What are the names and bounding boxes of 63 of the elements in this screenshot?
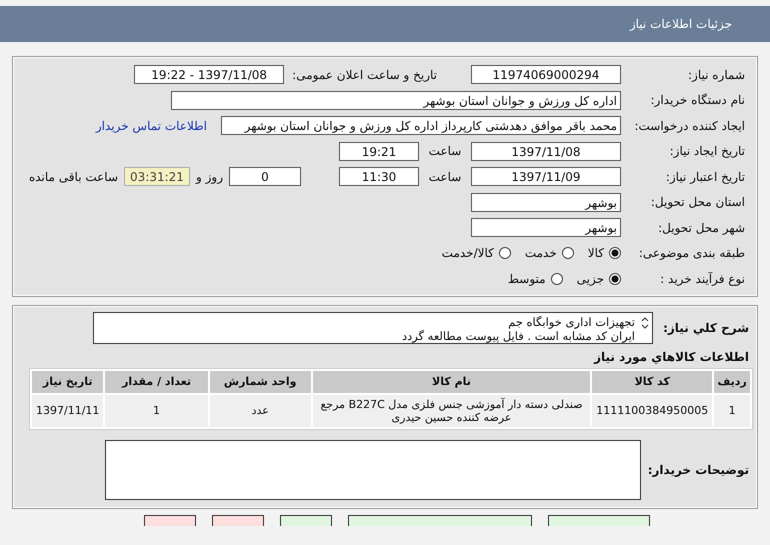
buyer-contact-link[interactable]: اطلاعات تماس خریدار: [96, 118, 207, 133]
table-cell: صندلی دسته دار آموزشی جنس فلزی مدل B227C مرجع عرضه کننده حسین حیدری: [312, 394, 590, 426]
field-label: استان محل تحویل:: [650, 195, 746, 210]
column-header: نام کالا: [312, 370, 590, 392]
field-label: شماره نیاز:: [687, 68, 746, 82]
field-label: شهر محل تحویل:: [657, 220, 746, 235]
valid-time-field: 11:30: [339, 167, 419, 186]
radio-label: کالا: [588, 246, 604, 260]
buyer-notes-field[interactable]: [105, 440, 641, 500]
column-header: کد کالا: [592, 370, 712, 392]
field-label: تاریخ ایجاد نیاز:: [668, 144, 746, 158]
valid-date-field: 1397/11/09: [471, 167, 621, 186]
action-button[interactable]: [212, 514, 264, 526]
action-button[interactable]: [548, 514, 650, 526]
province-field: بوشهر: [471, 192, 621, 212]
radio-button[interactable]: [498, 247, 511, 260]
action-button[interactable]: [348, 514, 532, 526]
column-header: تاریخ نیاز: [32, 370, 104, 392]
created-time-field: 19:21: [339, 142, 419, 161]
field-label: شرح کلي نياز:: [662, 320, 750, 334]
radio-label: جزیی: [576, 272, 604, 286]
requester-field: محمد باقر موافق دهدشتی کارپرداز اداره کل ورزش و جوانان استان بوشهر: [221, 116, 621, 136]
remaining-label: ساعت باقی مانده: [28, 170, 118, 184]
summary-text: تجهیزات اداری خوابگاه جم: [507, 314, 635, 328]
days-label: روز و: [196, 170, 223, 184]
page-title: جزئیات اطلاعات نیاز: [630, 17, 732, 31]
column-header: واحد شمارش: [210, 370, 311, 392]
radio-button[interactable]: [562, 247, 574, 260]
radio-button[interactable]: [550, 272, 563, 285]
radio-label: متوسط: [508, 272, 546, 286]
action-button[interactable]: [280, 514, 332, 526]
buyer-org-field: اداره کل ورزش و جوانان استان بوشهر: [171, 90, 621, 110]
column-header: ردیف: [714, 370, 750, 392]
field-label: نوع فرآیند خرید :: [659, 272, 746, 286]
radio-label: خدمت: [524, 246, 557, 260]
table-cell: 1111100384950005: [592, 394, 712, 426]
radio-button[interactable]: [609, 272, 621, 285]
scroll-arrows-icon[interactable]: [641, 316, 649, 328]
radio-label: کالا/خدمت: [442, 246, 494, 260]
action-button[interactable]: [144, 514, 196, 526]
field-label: توضیحات خریدار:: [646, 462, 750, 476]
time-label: ساعت: [428, 170, 462, 184]
need-number-field: 11974069000294: [471, 65, 621, 84]
table-cell: 1: [105, 394, 208, 426]
remaining-time-field: 03:31:21: [124, 167, 190, 186]
section-title: اطلاعات کالاهاي مورد نياز: [592, 348, 750, 366]
radio-button[interactable]: [609, 247, 621, 260]
summary-text: ایران کد مشابه است . فایل پیوست مطالعه گردد: [402, 328, 635, 342]
field-label: تاریخ اعتبار نیاز:: [664, 170, 746, 184]
table-cell: عدد: [210, 394, 311, 426]
days-field: 0: [229, 167, 301, 186]
field-label: طبقه بندی موضوعی:: [638, 246, 746, 260]
time-label: ساعت: [428, 144, 462, 158]
announce-date-field: 1397/11/08 - 19:22: [134, 65, 284, 84]
summary-textarea[interactable]: تجهیزات اداری خوابگاه جم ایران کد مشابه است . فایل پیوست مطالعه گردد: [93, 312, 653, 344]
field-label: تاریخ و ساعت اعلان عمومی:: [292, 68, 437, 82]
city-field: بوشهر: [471, 218, 621, 238]
table-cell: 1: [714, 394, 750, 426]
created-date-field: 1397/11/08: [471, 142, 621, 161]
field-label: نام دستگاه خریدار:: [650, 93, 746, 108]
field-label: ایجاد کننده درخواست:: [633, 118, 746, 133]
table-cell: 1397/11/11: [32, 394, 104, 426]
column-header: تعداد / مقدار: [105, 370, 208, 392]
